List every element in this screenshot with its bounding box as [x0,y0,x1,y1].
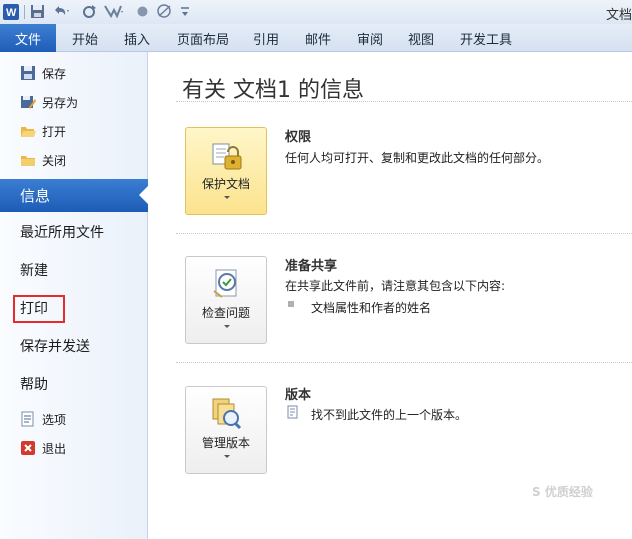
tab-mailings[interactable]: 邮件 [305,29,331,48]
nav-label: 关闭 [42,153,67,168]
dropdown-caret-icon [224,196,230,199]
draw-icon[interactable] [155,3,175,20]
nav-item-save-as[interactable]: 另存为 [20,92,78,112]
save-as-icon [20,94,36,110]
bullet-icon [288,301,294,307]
button-label: 保护文档 [201,177,250,191]
title-divider [176,101,632,102]
nav-label: 保存 [42,66,67,81]
lock-icon [210,138,244,172]
inspect-document-icon [210,267,244,301]
nav-label: 另存为 [42,95,79,110]
format-painter-icon[interactable] [102,3,126,20]
nav-label: 退出 [42,441,67,456]
redo-icon[interactable] [80,3,98,20]
nav-item-save-send[interactable]: 保存并发送 [20,335,90,357]
exit-icon [20,440,36,456]
save-icon[interactable] [28,3,46,20]
section-desc-permissions: 任何人均可打开、复制和更改此文档的任何部分。 [285,151,550,165]
section-bullet-item: 文档属性和作者的姓名 [311,301,432,315]
section-title-versions: 版本 [285,388,312,403]
word-app-icon[interactable]: W [2,3,19,20]
page-title: 有关 文档1 的信息 [182,78,364,103]
section-desc-versions: 找不到此文件的上一个版本。 [311,408,468,422]
nav-item-options[interactable]: 选项 [20,409,66,429]
svg-text:W: W [6,7,17,19]
word-backstage-window: W 文档 文件 开始 插入 页面布局 引用 邮件 审阅 视图 开发工具 保存 另… [0,0,632,539]
close-folder-icon [20,152,36,168]
options-icon [20,411,36,427]
tab-file[interactable]: 文件 [0,24,56,52]
nav-label: 选项 [42,412,67,427]
nav-item-help[interactable]: 帮助 [20,373,48,395]
customize-qat-icon[interactable] [178,3,192,20]
protect-document-button[interactable]: 保护文档 [185,127,267,215]
tab-developer[interactable]: 开发工具 [460,29,512,48]
save-icon [20,65,36,81]
undo-icon[interactable] [50,3,72,20]
nav-item-info[interactable]: 信息 [0,179,149,212]
section-title-permissions: 权限 [285,130,312,145]
tab-review[interactable]: 审阅 [357,29,383,48]
nav-item-exit[interactable]: 退出 [20,438,66,458]
nav-item-close[interactable]: 关闭 [20,150,66,170]
button-label: 检查问题 [201,306,250,320]
nav-item-recent[interactable]: 最近所用文件 [20,221,104,243]
check-for-issues-button[interactable]: 检查问题 [185,256,267,344]
record-icon[interactable] [134,3,150,20]
nav-info-label: 信息 [20,187,51,205]
dropdown-caret-icon [224,455,230,458]
dropdown-caret-icon [224,325,230,328]
section-divider [176,233,632,234]
nav-item-new[interactable]: 新建 [20,259,48,281]
selected-pointer-icon [139,185,149,205]
nav-item-save[interactable]: 保存 [20,63,66,83]
ribbon-tab-bar: 文件 开始 插入 页面布局 引用 邮件 审阅 视图 开发工具 [0,24,632,52]
quick-access-toolbar: W 文档 [0,0,632,24]
versions-icon [210,397,244,431]
tab-home[interactable]: 开始 [72,29,98,48]
section-title-prepare-share: 准备共享 [285,259,338,274]
watermark-logo: S 优质经验 [532,485,593,499]
tab-page-layout[interactable]: 页面布局 [177,29,229,48]
tab-insert[interactable]: 插入 [124,29,150,48]
backstage-nav: 保存 另存为 打开 关闭 信息 最近所用文件 新建 打印 保存并发送 帮助 选项 [0,52,149,539]
button-label: 管理版本 [201,436,250,450]
nav-item-open[interactable]: 打开 [20,121,66,141]
tab-references[interactable]: 引用 [253,29,279,48]
window-title: 文档 [605,8,632,23]
manage-versions-button[interactable]: 管理版本 [185,386,267,474]
section-divider [176,362,632,363]
document-version-icon [286,404,300,419]
open-folder-icon [20,123,36,139]
toolbar-separator [22,3,26,20]
nav-label: 打开 [42,124,67,139]
tab-view[interactable]: 视图 [408,29,434,48]
nav-item-print[interactable]: 打印 [20,297,48,319]
section-desc-prepare-share: 在共享此文件前，请注意其包含以下内容: [285,279,506,293]
